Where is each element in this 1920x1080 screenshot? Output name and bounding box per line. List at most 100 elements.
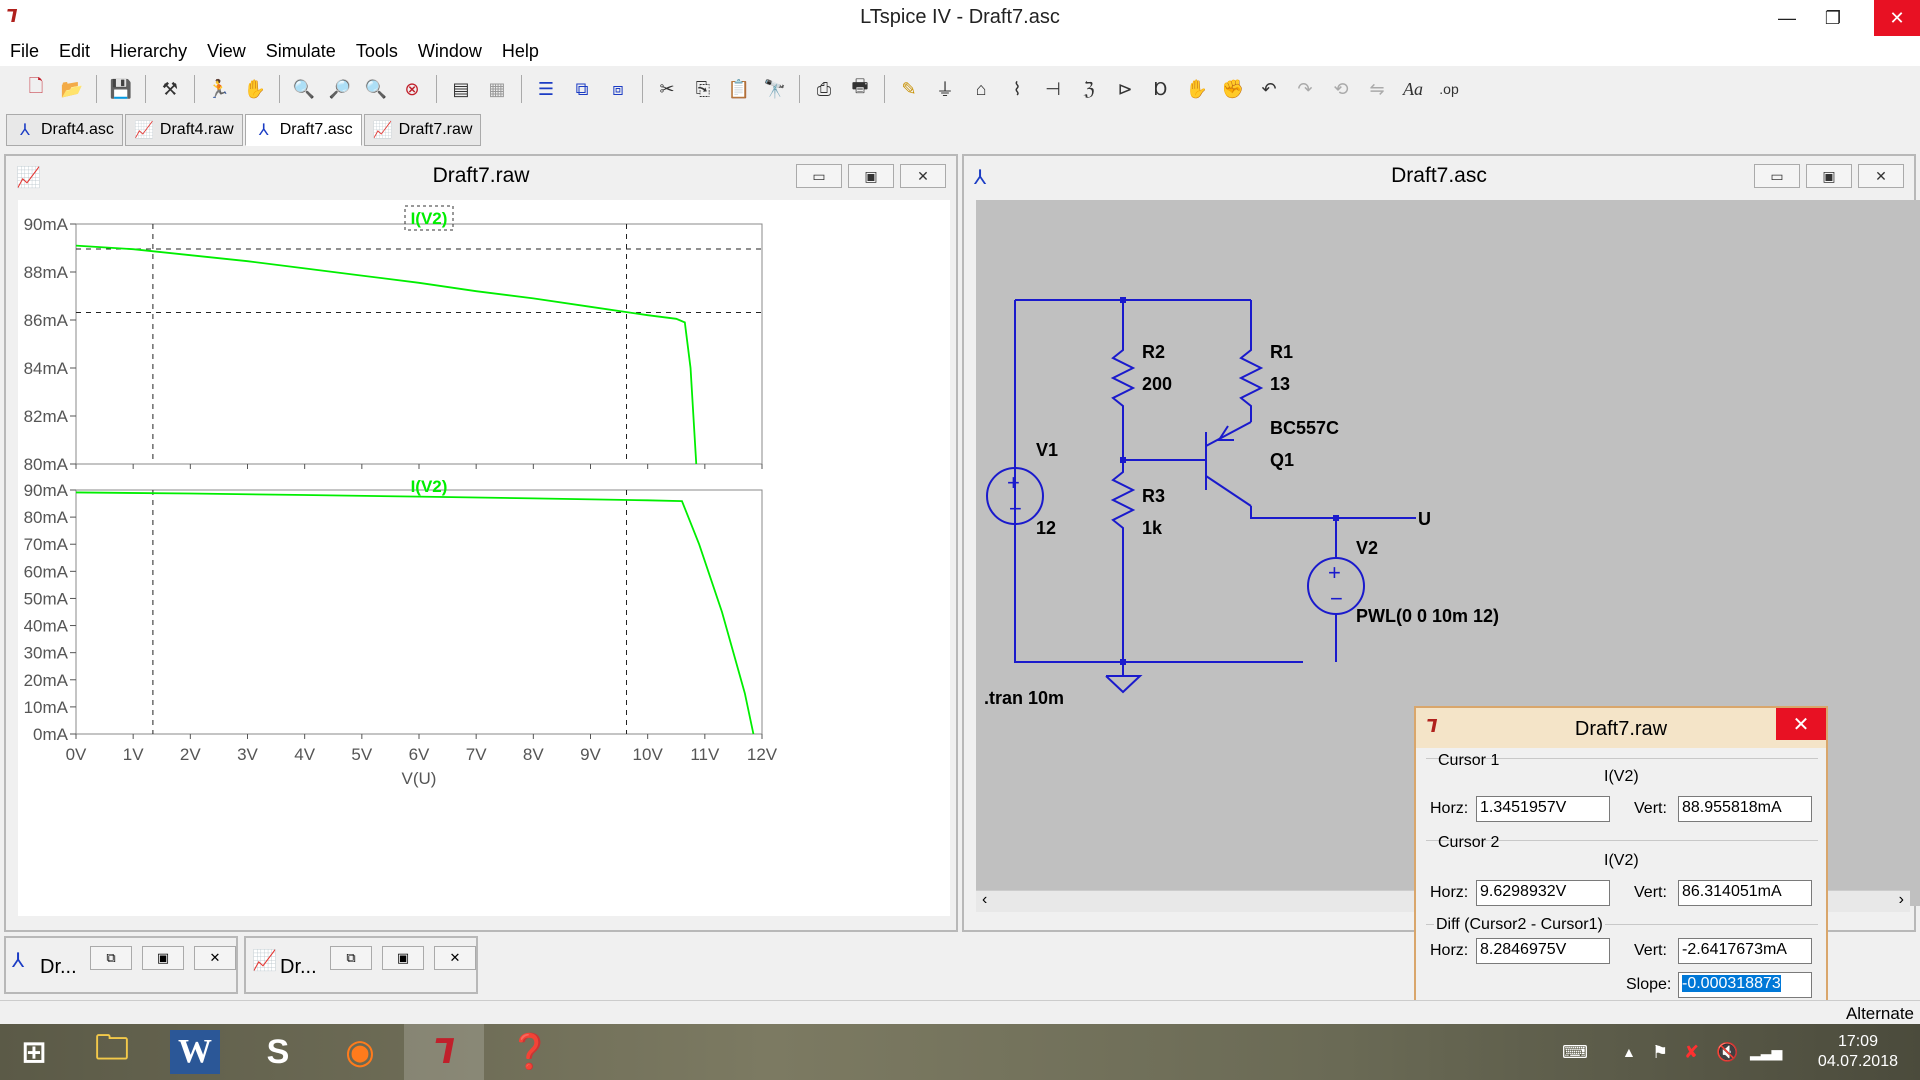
pane-maximize-button[interactable]: ▣ [848,164,894,188]
component-icon[interactable]: Ɒ [1147,75,1175,103]
resistor-icon[interactable]: ⌇ [1003,75,1031,103]
label-v2-value: PWL(0 0 10m 12) [1356,606,1499,626]
menu-help[interactable]: Help [502,41,539,62]
halt-icon[interactable]: ✋ [241,75,269,103]
maximize-button[interactable]: ▣ [142,946,184,970]
tile-vertical-icon[interactable]: ⧈ [604,75,632,103]
cursor2-horz-label: Horz: [1430,884,1469,901]
paste-icon[interactable]: 📋 [725,75,753,103]
tab-draft7-raw[interactable]: 📈 Draft7.raw [363,114,482,146]
label-icon[interactable]: ⌂ [967,75,995,103]
pane-close-button[interactable]: ✕ [1858,164,1904,188]
tray-expand-icon[interactable]: ▲ [1622,1024,1636,1080]
menu-edit[interactable]: Edit [59,41,90,62]
menu-simulate[interactable]: Simulate [266,41,336,62]
mirror-icon[interactable]: ⇋ [1363,75,1391,103]
system-clock[interactable]: 17:09 04.07.2018 [1818,1032,1898,1072]
print-icon[interactable]: 🖶 [846,75,874,103]
restore-button[interactable]: ⧉ [330,946,372,970]
undo-icon[interactable]: ↶ [1255,75,1283,103]
inductor-icon[interactable]: ℨ [1075,75,1103,103]
move-icon[interactable]: ✋ [1183,75,1211,103]
slope-field[interactable]: -0.000318873 [1678,972,1812,998]
restore-button[interactable]: ❐ [1810,0,1856,36]
ltspice-taskbar-icon[interactable]: Ꞁ [404,1024,484,1080]
find-icon[interactable]: 🔭 [761,75,789,103]
copy-icon[interactable]: ⎘ [689,75,717,103]
s-app-icon[interactable]: S [238,1024,318,1080]
keyboard-icon[interactable]: ⌨ [1562,1024,1588,1080]
menu-view[interactable]: View [207,41,246,62]
waveform-plot-area[interactable]: 90mA 88mA 86mA 84mA 82mA 80mA I(V2) 90mA 80mA 70… [18,200,950,916]
volume-muted-icon[interactable]: 🔇 [1716,1024,1738,1080]
print-preview-icon[interactable]: ⎙ [810,75,838,103]
title-bar: Ꞁ LTspice IV - Draft7.asc — ❐ ✕ [0,0,1920,36]
cursor2-horz-field[interactable]: 9.6298932V [1476,880,1610,906]
dialog-close-button[interactable]: ✕ [1776,708,1826,740]
new-schematic-icon[interactable]: 🗋 [22,75,50,103]
ground-icon[interactable]: ⏚ [931,75,959,103]
cursor1-vert-field[interactable]: 88.955818mA [1678,796,1812,822]
text-icon[interactable]: Aa [1399,75,1427,103]
drag-icon[interactable]: ✊ [1219,75,1247,103]
open-icon[interactable]: 📂 [58,75,86,103]
control-panel-icon[interactable]: ⚒ [156,75,184,103]
tab-draft7-asc[interactable]: ⅄ Draft7.asc [244,114,362,146]
close-button[interactable]: ✕ [434,946,476,970]
cascade-icon[interactable]: ⧉ [568,75,596,103]
tran-directive[interactable]: .tran 10m [984,688,1064,708]
tile-horizontal-icon[interactable]: ☰ [532,75,560,103]
minimized-window[interactable]: ⅄ Dr... ⧉ ▣ ✕ [4,936,238,994]
menu-hierarchy[interactable]: Hierarchy [110,41,187,62]
diff-horz-field[interactable]: 8.2846975V [1476,938,1610,964]
scroll-right-icon[interactable]: › [1899,891,1904,909]
zoom-in-icon[interactable]: 🔍 [290,75,318,103]
cut-icon[interactable]: ✂ [653,75,681,103]
word-icon[interactable]: W [170,1030,220,1074]
action-center-flag-icon[interactable]: ⚑ [1652,1024,1668,1080]
waveform-window-titlebar: 📈 Draft7.raw ▭ ▣ ✕ [6,156,956,196]
menu-tools[interactable]: Tools [356,41,398,62]
firefox-icon[interactable]: ◉ [320,1024,400,1080]
tab-draft4-raw[interactable]: 📈 Draft4.raw [124,114,243,146]
start-windows-icon[interactable]: ⊞ [0,1024,68,1080]
diode-icon[interactable]: ⊳ [1111,75,1139,103]
autorange-icon[interactable]: ▤ [447,75,475,103]
pane-maximize-button[interactable]: ▣ [1806,164,1852,188]
file-explorer-icon[interactable]: 🗀 [72,1024,152,1080]
cursor2-title: Cursor 2 [1438,834,1500,851]
wire-icon[interactable]: ✎ [895,75,923,103]
minimized-window[interactable]: 📈 Dr... ⧉ ▣ ✕ [244,936,478,994]
maximize-button[interactable]: ▣ [382,946,424,970]
x-tick-label: 2V [180,745,201,764]
menu-file[interactable]: File [10,41,39,62]
capacitor-icon[interactable]: ⊣ [1039,75,1067,103]
save-icon[interactable]: 💾 [107,75,135,103]
minimize-button[interactable]: — [1764,0,1810,36]
cursor1-horz-field[interactable]: 1.3451957V [1476,796,1610,822]
zoom-fit-icon[interactable]: 🔍 [362,75,390,103]
run-icon[interactable]: 🏃 [205,75,233,103]
menu-window[interactable]: Window [418,41,482,62]
network-signal-icon[interactable]: ▂▃▅ [1750,1024,1782,1080]
close-button[interactable]: ✕ [1874,0,1920,36]
diff-vert-field[interactable]: -2.6417673mA [1678,938,1812,964]
tab-draft4-asc[interactable]: ⅄ Draft4.asc [6,114,123,146]
pane-minimize-button[interactable]: ▭ [1754,164,1800,188]
reset-icon[interactable]: ▦ [483,75,511,103]
rotate-icon[interactable]: ⟲ [1327,75,1355,103]
spice-directive-icon[interactable]: .op [1435,75,1463,103]
close-button[interactable]: ✕ [194,946,236,970]
pane-close-button[interactable]: ✕ [900,164,946,188]
cursor2-vert-field[interactable]: 86.314051mA [1678,880,1812,906]
restore-button[interactable]: ⧉ [90,946,132,970]
zoom-out-icon[interactable]: 🔎 [326,75,354,103]
antivirus-icon[interactable]: ✘ [1684,1024,1699,1080]
waveform-icon: 📈 [252,950,277,972]
scroll-left-icon[interactable]: ‹ [982,891,987,909]
pane-minimize-button[interactable]: ▭ [796,164,842,188]
zoom-cancel-icon[interactable]: ⊗ [398,75,426,103]
help-app-icon[interactable]: ❓ [490,1024,570,1080]
redo-icon[interactable]: ↷ [1291,75,1319,103]
waveform-plot[interactable]: 90mA 88mA 86mA 84mA 82mA 80mA I(V2) 90mA 80mA 70… [18,200,950,916]
